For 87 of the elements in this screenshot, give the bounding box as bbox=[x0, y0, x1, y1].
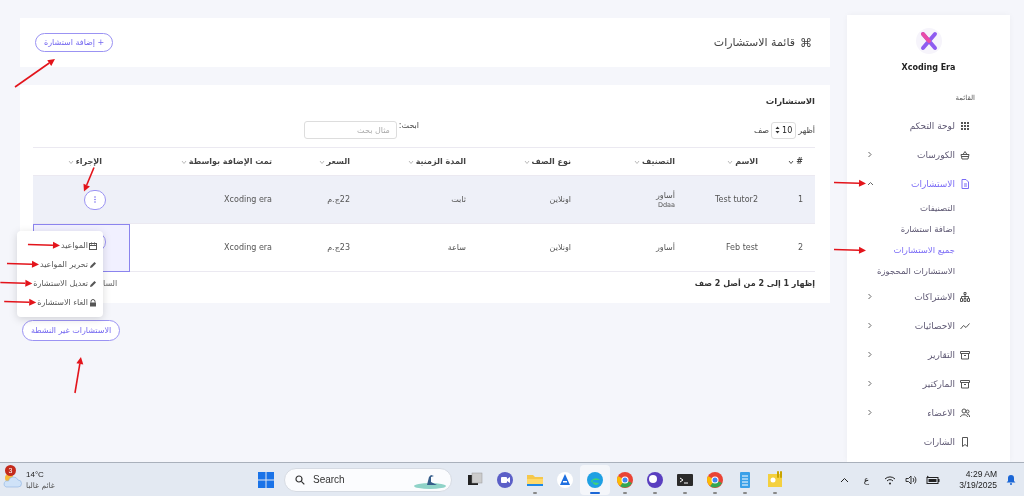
search-field[interactable]: Search bbox=[311, 473, 391, 486]
table-cell: 2 bbox=[770, 223, 815, 272]
table-cell: 22ج.م bbox=[290, 175, 362, 224]
pencil-icon bbox=[89, 260, 97, 269]
column-header[interactable]: الإجراء bbox=[33, 147, 130, 176]
pencil-icon bbox=[89, 279, 97, 288]
sidebar-item[interactable]: الماركتير bbox=[867, 369, 970, 398]
page-size-select[interactable]: 10 bbox=[771, 121, 797, 139]
sidebar-item[interactable]: لوحة التحكم bbox=[867, 111, 970, 140]
sidebar-item[interactable]: الاشتراكات bbox=[867, 282, 970, 311]
sidebar-item[interactable]: الكورسات bbox=[867, 140, 970, 169]
submenu-item[interactable]: الاستشارات المحجوزة bbox=[867, 261, 970, 282]
more-button[interactable] bbox=[84, 189, 106, 210]
card-title: الاستشارات bbox=[764, 95, 815, 107]
archive-box-icon bbox=[960, 378, 970, 389]
start-icon[interactable] bbox=[258, 471, 274, 488]
browser-icon bbox=[615, 469, 635, 490]
wifi-icon[interactable] bbox=[884, 474, 897, 485]
submenu-item[interactable]: جميع الاستشارات bbox=[867, 240, 970, 261]
language-indicator[interactable]: ع bbox=[863, 474, 870, 485]
table-cell: اونلاين bbox=[478, 175, 583, 224]
search-icon bbox=[295, 474, 305, 485]
trend-line-icon bbox=[960, 320, 970, 331]
search-field[interactable]: مثال بحث bbox=[303, 121, 397, 139]
column-header[interactable]: # bbox=[770, 147, 815, 176]
clock-date[interactable]: 3/19/2025 bbox=[959, 479, 997, 491]
length-label: أظهر bbox=[798, 125, 815, 135]
temperature-text: 14°C bbox=[26, 468, 45, 480]
video-chat-icon bbox=[495, 469, 515, 490]
menu-item[interactable]: تحرير المواعيد bbox=[21, 255, 97, 274]
sidebar-item[interactable]: الاحصائيات bbox=[867, 311, 970, 340]
bookmark-icon bbox=[960, 436, 970, 447]
table-cell: Xcoding era bbox=[130, 223, 290, 272]
table-info: إظهار 1 إلى 2 من أصل 2 صف bbox=[694, 278, 815, 288]
search-label: ابحث: bbox=[398, 121, 420, 130]
sidebar-item[interactable]: الشارات bbox=[867, 427, 970, 456]
table-cell: اونلاين bbox=[478, 223, 583, 272]
browser-icon bbox=[705, 469, 725, 490]
hierarchy-icon bbox=[960, 291, 970, 302]
menu-item[interactable]: الغاء الاستشارة bbox=[21, 293, 97, 312]
chevron-up-icon[interactable] bbox=[839, 476, 849, 483]
bell-icon[interactable] bbox=[1006, 474, 1016, 485]
title-icon: ⌘ bbox=[800, 35, 812, 50]
category-text: أساور bbox=[654, 242, 675, 253]
volume-icon[interactable] bbox=[905, 474, 918, 485]
logo-icon bbox=[914, 27, 943, 55]
clock-time[interactable]: 4:29 AM bbox=[965, 468, 997, 480]
column-header[interactable]: الاسم bbox=[687, 147, 770, 176]
basket-icon bbox=[960, 149, 970, 160]
column-header[interactable]: تمت الإضافة بواسطة bbox=[130, 147, 290, 176]
sidebar-item[interactable]: الاعضاء bbox=[867, 398, 970, 427]
sticky-note-icon bbox=[765, 469, 785, 490]
submenu-item[interactable]: التصنيفات bbox=[867, 198, 970, 219]
column-header[interactable]: المدة الزمنية bbox=[362, 147, 478, 176]
submenu-item[interactable]: إضافة استشارة bbox=[867, 219, 970, 240]
column-header[interactable]: نوع الصف bbox=[478, 147, 583, 176]
battery-icon[interactable] bbox=[926, 474, 941, 485]
moon-icon bbox=[645, 469, 665, 490]
search-box[interactable]: Search bbox=[284, 467, 452, 492]
page-title: قائمة الاستشارات bbox=[713, 36, 795, 49]
table-cell: Feb test bbox=[687, 223, 770, 272]
sidebar-item[interactable]: التقارير bbox=[867, 340, 970, 369]
table-cell: 1 bbox=[770, 175, 815, 224]
menu-item[interactable]: المواعيد bbox=[21, 236, 97, 255]
previous-page-link[interactable]: السا bbox=[103, 278, 118, 288]
category-text: أساور bbox=[654, 189, 675, 201]
table-cell: Xcoding era bbox=[130, 175, 290, 224]
archive-box-icon bbox=[960, 349, 970, 360]
brand-name: Xcoding Era bbox=[901, 63, 956, 72]
document-icon bbox=[960, 178, 970, 189]
calendar-icon bbox=[89, 241, 97, 250]
column-header[interactable]: السعر bbox=[290, 147, 362, 176]
table-cell: Test tutor2 bbox=[687, 175, 770, 224]
lock-icon bbox=[89, 298, 97, 307]
grid-icon bbox=[960, 120, 970, 131]
select-arrows-icon bbox=[775, 126, 781, 134]
sidebar-item[interactable]: الاستشارات bbox=[867, 169, 970, 198]
table-cell: ثابت bbox=[362, 175, 478, 224]
browser-icon bbox=[585, 469, 605, 490]
column-header[interactable]: التصنيف bbox=[583, 147, 687, 176]
menu-item[interactable]: تعديل الاستشارة bbox=[21, 274, 97, 293]
users-icon bbox=[960, 407, 970, 418]
triangle-app-icon bbox=[555, 469, 575, 490]
length-label: صف bbox=[754, 125, 770, 135]
table-cell: 23ج.م bbox=[290, 223, 362, 272]
add-button[interactable]: + إضافة استشارة bbox=[35, 33, 114, 52]
table-cell: ساعة bbox=[362, 223, 478, 272]
